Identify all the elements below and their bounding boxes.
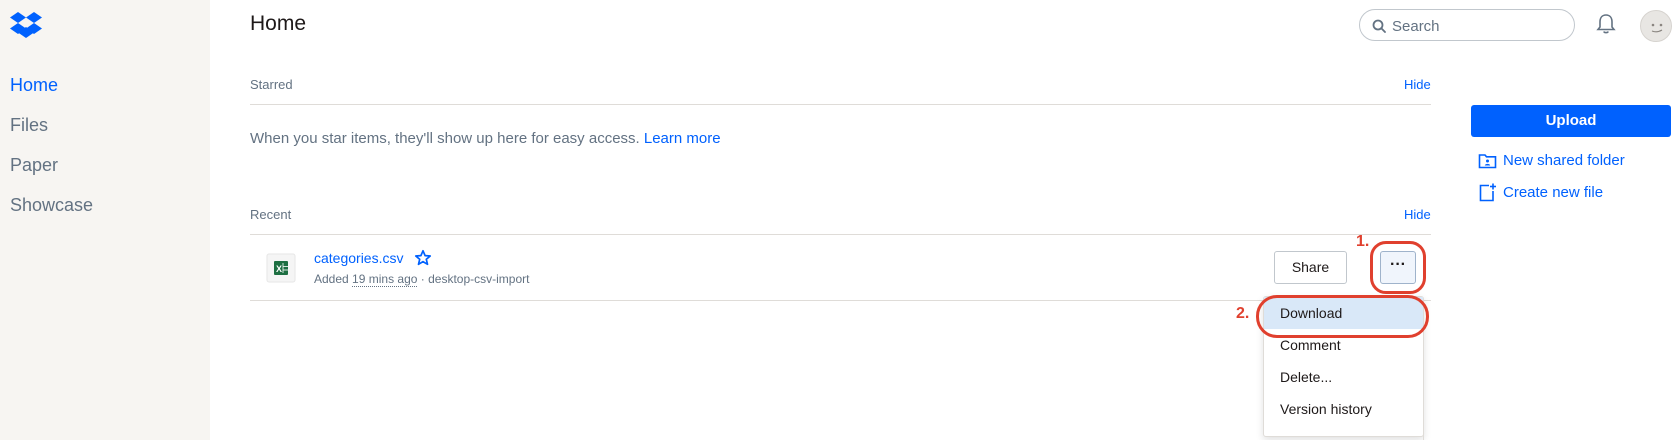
recent-section-label: Recent (250, 207, 292, 222)
file-meta-prefix: Added (314, 272, 349, 286)
avatar-face-icon (1651, 23, 1663, 33)
sidebar: Home Files Paper Showcase (0, 0, 210, 440)
upload-button[interactable]: Upload (1471, 105, 1671, 137)
sidebar-item-files[interactable]: Files (10, 115, 48, 136)
menu-item-version-history[interactable]: Version history (1264, 393, 1423, 425)
spreadsheet-icon: X (266, 253, 296, 283)
file-name-link[interactable]: categories.csv (314, 250, 403, 266)
learn-more-link[interactable]: Learn more (644, 130, 721, 147)
avatar[interactable] (1640, 10, 1672, 42)
share-button[interactable]: Share (1274, 251, 1347, 284)
bell-icon[interactable] (1596, 13, 1616, 35)
new-file-icon (1479, 183, 1496, 202)
annotation-step-1: 1. (1356, 233, 1370, 250)
starred-empty-text: When you star items, they'll show up her… (250, 130, 640, 147)
sidebar-item-paper[interactable]: Paper (10, 155, 58, 176)
star-icon[interactable] (414, 249, 432, 267)
starred-divider (250, 104, 1431, 105)
starred-hide-link[interactable]: Hide (1404, 77, 1431, 92)
annotation-step-2: 2. (1236, 305, 1250, 322)
file-meta: Added 19 mins ago · desktop-csv-import (314, 272, 530, 287)
page-title: Home (250, 12, 307, 35)
create-new-file-label: Create new file (1503, 184, 1604, 201)
dropbox-logo-icon[interactable] (9, 11, 43, 39)
svg-text:X: X (276, 264, 282, 274)
search-icon (1372, 19, 1386, 33)
search-input[interactable] (1392, 16, 1562, 36)
sidebar-item-home[interactable]: Home (10, 75, 58, 96)
new-shared-folder-label: New shared folder (1503, 152, 1625, 169)
annotation-circle-2 (1256, 295, 1429, 338)
recent-row-divider (250, 300, 1431, 301)
recent-divider (250, 234, 1431, 235)
file-time: 19 mins ago (352, 272, 418, 287)
search-box[interactable] (1359, 9, 1575, 41)
annotation-circle-1 (1370, 241, 1426, 294)
shared-folder-icon (1478, 154, 1497, 169)
recent-hide-link[interactable]: Hide (1404, 207, 1431, 222)
sidebar-item-showcase[interactable]: Showcase (10, 195, 93, 216)
starred-empty-message: When you star items, they'll show up her… (250, 130, 721, 147)
file-meta-suffix: · desktop-csv-import (420, 272, 530, 286)
menu-item-delete[interactable]: Delete... (1264, 361, 1423, 393)
menu-border (1423, 363, 1424, 440)
starred-section-label: Starred (250, 77, 293, 92)
